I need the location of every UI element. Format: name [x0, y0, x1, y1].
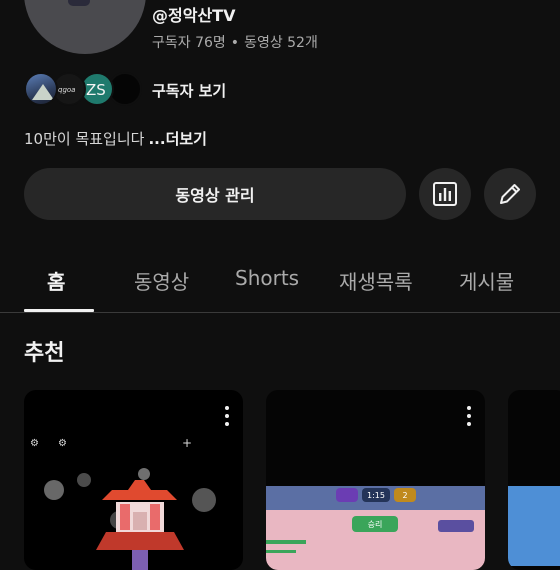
- channel-tabs: 홈 동영상 Shorts 재생목록 게시물: [0, 252, 560, 312]
- view-subscribers-link[interactable]: 구독자 보기: [152, 80, 226, 101]
- more-link[interactable]: ...더보기: [148, 130, 207, 148]
- tab-videos[interactable]: 동영상: [134, 266, 189, 295]
- more-options-icon[interactable]: [467, 406, 471, 426]
- subscriber-avatar-mountain: [24, 72, 58, 106]
- score-badge: 2: [394, 488, 416, 502]
- channel-handle: @정악산TV: [152, 6, 236, 25]
- more-options-icon[interactable]: [225, 406, 229, 426]
- hud-gear: ⚙: [30, 438, 39, 449]
- channel-description[interactable]: 10만이 목표입니다 ...더보기: [24, 128, 207, 149]
- tab-playlists[interactable]: 재생목록: [339, 266, 413, 295]
- short-card[interactable]: 1:15 2 승리: [266, 390, 485, 570]
- game-hud: ⚙ ⚙ +: [24, 434, 243, 454]
- video-count: 동영상 52개: [244, 35, 318, 51]
- hud-gear: ⚙: [58, 438, 67, 449]
- description-text: 10만이 목표입니다: [24, 130, 145, 148]
- bar-chart-icon: [433, 182, 457, 206]
- thumbnail-pagoda: [44, 468, 216, 570]
- short-card[interactable]: [508, 390, 560, 570]
- team-badge: [336, 488, 358, 502]
- match-timer: 1:15: [362, 488, 390, 502]
- game-field: 승리: [266, 510, 485, 570]
- tab-posts[interactable]: 게시물: [459, 266, 514, 295]
- edit-button[interactable]: [484, 168, 536, 220]
- short-card[interactable]: ⚙ ⚙ +: [24, 390, 243, 570]
- avatar-detail: [68, 0, 90, 6]
- section-title: 추천: [24, 341, 65, 366]
- hud-plus: +: [182, 436, 193, 450]
- tab-home[interactable]: 홈: [47, 266, 65, 295]
- tabs-divider: [0, 312, 560, 313]
- victory-banner: 승리: [352, 516, 398, 532]
- analytics-button[interactable]: [419, 168, 471, 220]
- game-top-bar: 1:15 2: [266, 486, 485, 510]
- subscriber-count: 구독자 76명: [152, 35, 226, 51]
- tab-shorts[interactable]: Shorts: [235, 266, 299, 290]
- manage-videos-button[interactable]: 동영상 관리: [24, 168, 406, 220]
- pencil-icon: [500, 184, 520, 204]
- stats-separator: •: [230, 35, 240, 51]
- channel-avatar[interactable]: [24, 0, 146, 54]
- channel-stats: 구독자 76명 • 동영상 52개: [152, 32, 318, 52]
- thumbnail-sky: [508, 486, 560, 566]
